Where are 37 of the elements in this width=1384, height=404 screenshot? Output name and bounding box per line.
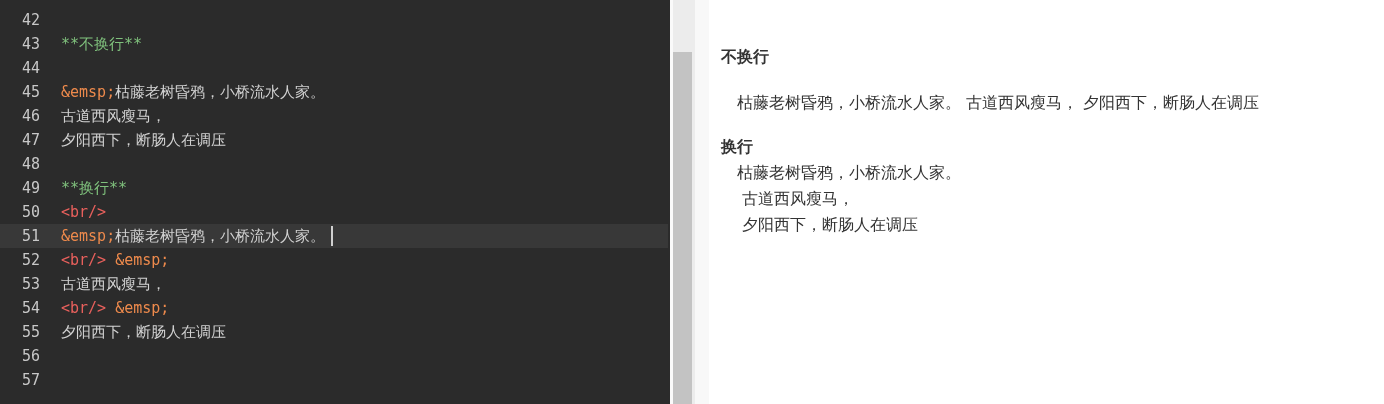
preview-heading: 换行 [721, 136, 754, 158]
code-line: <br/> &emsp; [61, 251, 170, 269]
code-editor[interactable]: 42 43 **不换行** 44 45 &emsp;枯藤老树昏鸦，小桥流水人家。 46 古道西风瘦马， 47 夕阳西下，断肠人在调压 48 49 **换行** 50 <br/> 51 &emsp;枯藤老树昏鸦，小桥流水人家。 52 <br/> &emsp; 53 古道西风瘦马， 54 <br/> &emsp; 55 夕阳西下，断肠人在调压 56 57 [0, 0, 670, 404]
line-number: 45 [20, 83, 40, 101]
preview-heading: 不换行 [721, 46, 770, 68]
code-line: **换行** [61, 178, 128, 198]
line-number: 54 [20, 299, 40, 317]
line-number: 42 [20, 11, 40, 29]
line-number: 56 [20, 347, 40, 365]
code-line: <br/> [61, 203, 107, 221]
line-number: 48 [20, 155, 40, 173]
scrollbar[interactable] [670, 0, 695, 404]
line-number: 46 [20, 107, 40, 125]
code-line: 夕阳西下，断肠人在调压 [61, 130, 226, 150]
code-line: 古道西风瘦马， [61, 106, 166, 126]
line-number: 44 [20, 59, 40, 77]
text-cursor [331, 226, 334, 246]
scrollbar-thumb[interactable] [673, 52, 692, 404]
line-number: 57 [20, 371, 40, 389]
code-line: &emsp;枯藤老树昏鸦，小桥流水人家。 [61, 82, 326, 102]
code-line: **不换行** [61, 34, 143, 54]
code-line: 古道西风瘦马， [61, 274, 166, 294]
preview-text-line: 枯藤老树昏鸦，小桥流水人家。 古道西风瘦马， 夕阳西下，断肠人在调压 [736, 92, 1261, 114]
line-number: 49 [20, 179, 40, 197]
line-number: 47 [20, 131, 40, 149]
line-number: 50 [20, 203, 40, 221]
line-number: 51 [20, 227, 40, 245]
code-line: &emsp;枯藤老树昏鸦，小桥流水人家。 [61, 226, 326, 246]
preview-text-line: 夕阳西下，断肠人在调压 [741, 214, 920, 236]
preview-text-line: 枯藤老树昏鸦，小桥流水人家。 [736, 162, 962, 184]
line-number: 52 [20, 251, 40, 269]
code-line: <br/> &emsp; [61, 299, 170, 317]
preview-text-line: 古道西风瘦马， [741, 188, 856, 210]
code-line: 夕阳西下，断肠人在调压 [61, 322, 226, 342]
line-number: 43 [20, 35, 40, 53]
line-number: 55 [20, 323, 40, 341]
line-number: 53 [20, 275, 40, 293]
